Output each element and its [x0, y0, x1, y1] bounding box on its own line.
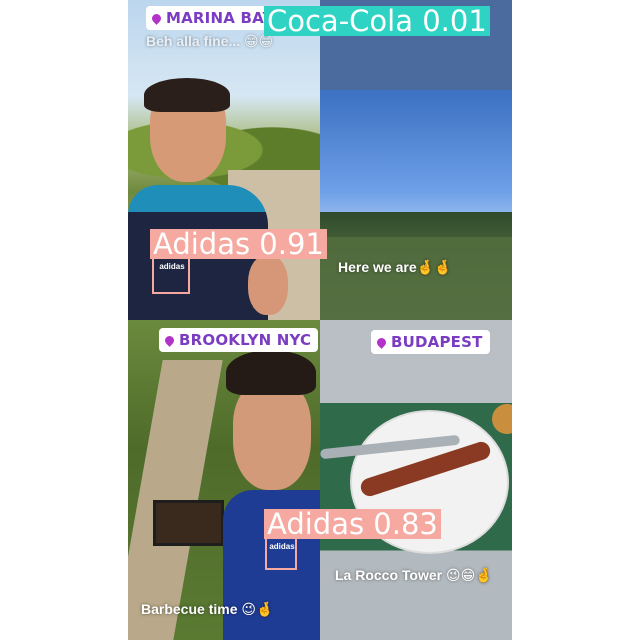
- location-sticker-bottom-right: BUDAPEST: [371, 330, 490, 354]
- caption-bottom-left: Barbecue time 😉🤞: [141, 601, 274, 617]
- treeline: [320, 212, 512, 237]
- thumbs-up-hand: [248, 255, 288, 315]
- detection-box-adidas-2: [265, 537, 297, 570]
- location-sticker-bottom-left: BROOKLYN NYC: [159, 328, 319, 352]
- caption-top-right: Here we are🤞🤞: [338, 259, 452, 275]
- location-sticker-label: BROOKLYN NYC: [179, 331, 312, 349]
- photo-collage: adidas MARINA BAY SA Beh alla fine... 😁😁…: [128, 0, 512, 640]
- detection-label-adidas-2: Adidas 0.83: [264, 509, 441, 539]
- panel-bottom-left-barbecue: adidas BROOKLYN NYC Barbecue time 😉🤞: [128, 320, 320, 640]
- detection-box-adidas-1: [152, 256, 190, 294]
- panel-bottom-right-food: BUDAPEST La Rocco Tower 😉😁🤞: [320, 320, 512, 640]
- location-pin-icon: [375, 336, 388, 349]
- location-pin-icon: [150, 12, 163, 25]
- person-face: [233, 380, 311, 490]
- detection-label-coca-cola: Coca-Cola 0.01: [264, 6, 490, 36]
- location-pin-icon: [163, 334, 176, 347]
- person-hair: [226, 350, 316, 395]
- bread: [492, 404, 512, 434]
- caption-top-left: Beh alla fine... 😁😁: [146, 33, 274, 49]
- detection-label-adidas-1: Adidas 0.91: [150, 229, 327, 259]
- barbecue-grill: [153, 500, 224, 546]
- panel-top-right-landscape: Here we are🤞🤞: [320, 0, 512, 320]
- location-sticker-label: BUDAPEST: [391, 333, 483, 351]
- person-hair: [144, 78, 230, 112]
- caption-bottom-right: La Rocco Tower 😉😁🤞: [335, 567, 493, 583]
